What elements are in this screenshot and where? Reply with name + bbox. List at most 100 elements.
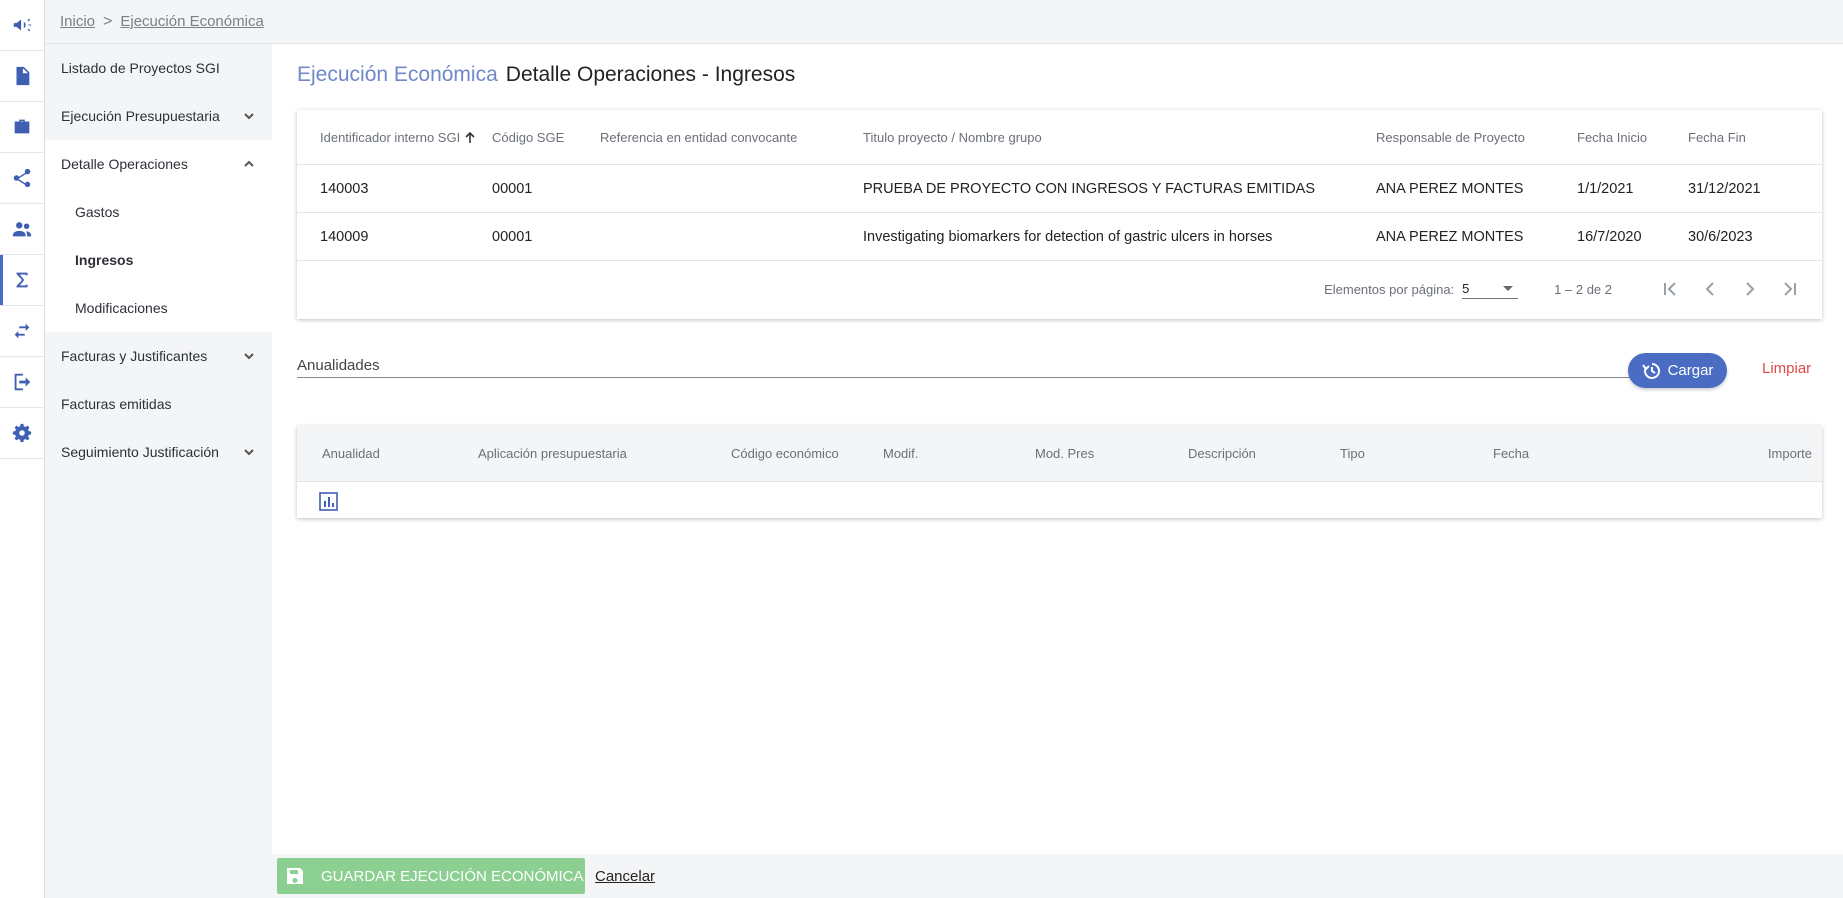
cargar-label: Cargar	[1667, 362, 1714, 379]
header-anualidad[interactable]: Anualidad	[297, 446, 478, 461]
chevron-down-icon	[244, 113, 254, 120]
cell-codigo-sge: 00001	[492, 228, 533, 245]
header-tipo[interactable]: Tipo	[1340, 446, 1493, 461]
anualidades-select[interactable]: Anualidades	[297, 354, 1650, 378]
breadcrumb-separator: >	[103, 12, 113, 30]
page-size-select[interactable]: 5	[1462, 279, 1519, 299]
rail-briefcase[interactable]	[0, 102, 44, 153]
rail-megaphone[interactable]	[0, 0, 44, 51]
cell-fecha-inicio: 1/1/2021	[1577, 180, 1634, 197]
people-icon	[12, 222, 32, 237]
side-menu: Listado de Proyectos SGI Ejecución Presu…	[45, 44, 272, 898]
swap-icon	[14, 323, 30, 339]
arrow-up-icon	[465, 132, 475, 144]
cargar-button[interactable]: Cargar	[1628, 353, 1727, 388]
menu-item-label: Ingresos	[75, 252, 134, 268]
rail-settings[interactable]	[0, 408, 44, 459]
menu-item-label: Facturas emitidas	[61, 396, 172, 412]
chevron-down-icon	[244, 353, 254, 360]
next-page-button[interactable]	[1730, 269, 1770, 309]
rail-logout[interactable]	[0, 357, 44, 408]
caret-down-icon	[1503, 286, 1514, 291]
cell-titulo: PRUEBA DE PROYECTO CON INGRESOS Y FACTUR…	[863, 180, 1316, 197]
header-descripcion[interactable]: Descripción	[1188, 446, 1340, 461]
footer-actions: GUARDAR EJECUCIÓN ECONÓMICA Cancelar	[272, 854, 1843, 898]
rail-people[interactable]	[0, 204, 44, 255]
page-size-label: Elementos por página:	[1324, 281, 1455, 297]
menu-item-ingresos[interactable]: Ingresos	[45, 236, 272, 284]
header-titulo[interactable]: Titulo proyecto / Nombre grupo	[863, 130, 1376, 145]
rail-document[interactable]	[0, 51, 44, 102]
header-label: Identificador interno SGI	[320, 129, 461, 145]
limpiar-button[interactable]: Limpiar	[1762, 360, 1811, 377]
share-icon	[13, 168, 31, 188]
cell-identificador: 140009	[320, 228, 369, 245]
header-aplicacion[interactable]: Aplicación presupuestaria	[478, 446, 731, 461]
menu-item-gastos[interactable]: Gastos	[45, 188, 272, 236]
table-header: Identificador interno SGI Código SGE Ref…	[297, 110, 1822, 165]
menu-item-ejecucion-presupuestaria[interactable]: Ejecución Presupuestaria	[45, 92, 272, 140]
document-icon	[16, 66, 30, 86]
paginator: Elementos por página: 5 1 – 2 de 2	[297, 261, 1822, 317]
title-page: Detalle Operaciones - Ingresos	[505, 63, 796, 86]
menu-item-detalle-operaciones[interactable]: Detalle Operaciones	[45, 140, 272, 188]
table-header: Anualidad Aplicación presupuestaria Códi…	[297, 426, 1822, 482]
save-icon	[287, 868, 303, 884]
header-codigo-economico[interactable]: Código económico	[731, 446, 883, 461]
table-row[interactable]: 140003 00001 PRUEBA DE PROYECTO CON INGR…	[297, 165, 1822, 213]
chevron-right-icon	[1746, 282, 1755, 296]
cell-responsable: ANA PEREZ MONTES	[1376, 228, 1524, 245]
cell-titulo: Investigating biomarkers for detection o…	[863, 228, 1273, 245]
cell-responsable: ANA PEREZ MONTES	[1376, 180, 1524, 197]
icon-rail	[0, 0, 45, 898]
header-identificador[interactable]: Identificador interno SGI	[297, 130, 492, 145]
table-row[interactable]: 140009 00001 Investigating biomarkers fo…	[297, 213, 1822, 261]
header-modif[interactable]: Modif.	[883, 446, 1035, 461]
menu-item-label: Detalle Operaciones	[61, 156, 188, 172]
header-fecha-fin[interactable]: Fecha Fin	[1688, 130, 1798, 145]
menu-item-label: Gastos	[75, 204, 120, 220]
menu-item-label: Listado de Proyectos SGI	[61, 60, 220, 76]
cancel-button[interactable]: Cancelar	[595, 868, 655, 885]
last-page-button[interactable]	[1770, 269, 1810, 309]
last-page-icon	[1784, 282, 1796, 296]
menu-item-seguimiento-justificacion[interactable]: Seguimiento Justificación	[45, 428, 272, 476]
main-content: Ejecución Económica Detalle Operaciones -…	[272, 44, 1843, 854]
chevron-up-icon	[244, 160, 254, 167]
cell-fecha-fin: 31/12/2021	[1688, 180, 1761, 197]
menu-item-label: Modificaciones	[75, 300, 168, 316]
cell-identificador: 140003	[320, 180, 369, 197]
rail-swap[interactable]	[0, 306, 44, 357]
header-fecha[interactable]: Fecha	[1493, 446, 1733, 461]
logout-icon	[14, 373, 31, 391]
briefcase-icon	[14, 119, 30, 134]
header-codigo-sge[interactable]: Código SGE	[492, 130, 600, 145]
anualidades-placeholder: Anualidades	[297, 357, 380, 374]
first-page-button[interactable]	[1650, 269, 1690, 309]
header-importe[interactable]: Importe	[1733, 446, 1822, 461]
menu-item-facturas-justificantes[interactable]: Facturas y Justificantes	[45, 332, 272, 380]
chevron-down-icon	[244, 449, 254, 456]
cell-fecha-fin: 30/6/2023	[1688, 228, 1753, 245]
header-mod-pres[interactable]: Mod. Pres	[1035, 446, 1188, 461]
rail-share[interactable]	[0, 153, 44, 204]
menu-item-listado-proyectos[interactable]: Listado de Proyectos SGI	[45, 44, 272, 92]
menu-item-facturas-emitidas[interactable]: Facturas emitidas	[45, 380, 272, 428]
header-referencia[interactable]: Referencia en entidad convocante	[600, 130, 863, 145]
prev-page-button[interactable]	[1690, 269, 1730, 309]
menu-item-label: Seguimiento Justificación	[61, 444, 219, 460]
bar-chart-icon[interactable]	[319, 492, 338, 511]
rail-sigma[interactable]	[0, 255, 44, 306]
menu-item-label: Facturas y Justificantes	[61, 348, 208, 364]
settings-icon	[12, 423, 32, 443]
breadcrumb-current-link[interactable]: Ejecución Económica	[120, 13, 263, 30]
breadcrumb-home-link[interactable]: Inicio	[60, 13, 95, 30]
menu-item-modificaciones[interactable]: Modificaciones	[45, 284, 272, 332]
page-size-value: 5	[1462, 281, 1470, 296]
cell-fecha-inicio: 16/7/2020	[1577, 228, 1642, 245]
header-fecha-inicio[interactable]: Fecha Inicio	[1577, 130, 1688, 145]
save-button[interactable]: GUARDAR EJECUCIÓN ECONÓMICA	[277, 858, 585, 894]
first-page-icon	[1664, 282, 1676, 296]
header-responsable[interactable]: Responsable de Proyecto	[1376, 130, 1577, 145]
page-range: 1 – 2 de 2	[1554, 281, 1612, 297]
